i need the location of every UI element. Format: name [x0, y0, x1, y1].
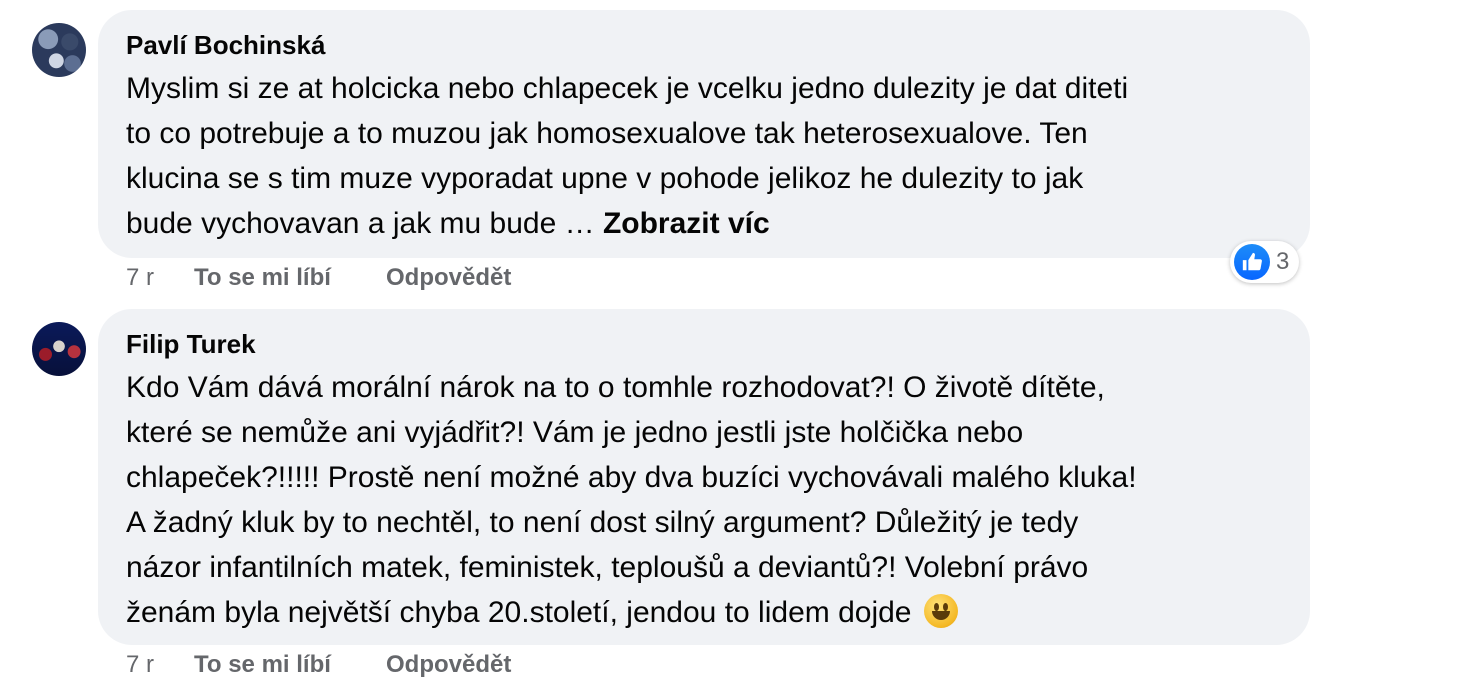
avatar[interactable]	[32, 322, 86, 376]
comment-text: Myslim si ze at holcicka nebo chlapecek …	[126, 66, 1282, 246]
reply-button[interactable]: Odpovědět	[386, 264, 511, 292]
comment-timestamp[interactable]: 7 r	[126, 651, 194, 679]
comment-bubble: Pavlí Bochinská Myslim si ze at holcicka…	[98, 10, 1310, 258]
comment-bubble: Filip Turek Kdo Vám dává morální nárok n…	[98, 309, 1310, 645]
reaction-count: 3	[1276, 248, 1290, 275]
comment-text: Kdo Vám dává morální nárok na to o tomhl…	[126, 365, 1282, 635]
comment-actions: 7 r To se mi líbí Odpovědět	[126, 651, 511, 679]
grinning-face-emoji-icon	[923, 594, 958, 628]
reaction-summary[interactable]: 3	[1230, 241, 1300, 283]
like-button[interactable]: To se mi líbí	[194, 651, 386, 679]
comment-actions: 7 r To se mi líbí Odpovědět	[126, 264, 511, 292]
comment-author[interactable]: Filip Turek	[126, 327, 1282, 361]
avatar[interactable]	[32, 23, 86, 77]
see-more-link[interactable]: Zobrazit víc	[603, 207, 770, 240]
thumbs-up-icon	[1234, 244, 1270, 280]
comment-author[interactable]: Pavlí Bochinská	[126, 28, 1282, 62]
comment-timestamp[interactable]: 7 r	[126, 264, 194, 292]
comment-body: Kdo Vám dává morální nárok na to o tomhl…	[126, 371, 1137, 629]
reply-button[interactable]: Odpovědět	[386, 651, 511, 679]
like-button[interactable]: To se mi líbí	[194, 264, 386, 292]
